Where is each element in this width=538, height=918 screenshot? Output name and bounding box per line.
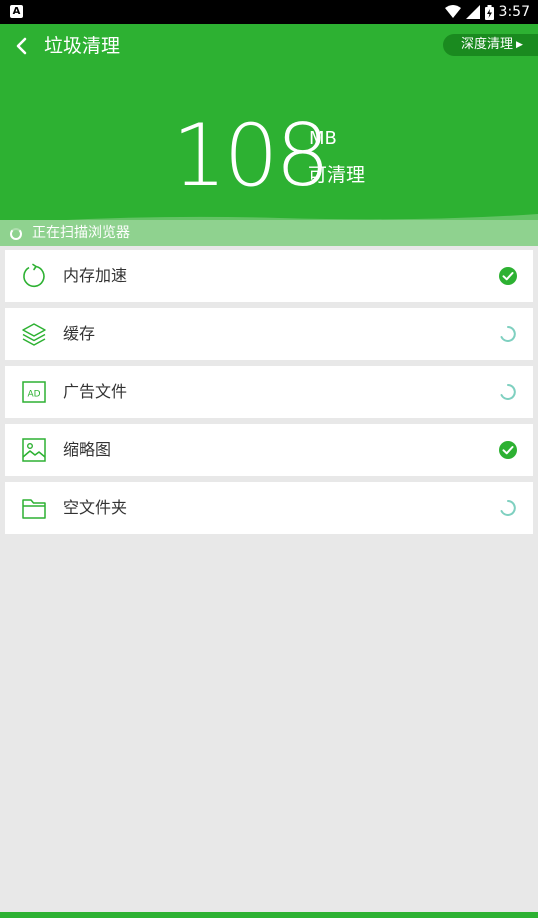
- ad-icon: AD: [22, 381, 46, 403]
- loading-spinner-icon: [500, 500, 516, 516]
- cleanable-size-unit: MB: [309, 128, 337, 149]
- list-item-ad-files[interactable]: AD 广告文件: [5, 366, 533, 418]
- deep-clean-button[interactable]: 深度清理 ▶: [443, 34, 538, 56]
- app-notification-icon: A: [10, 5, 23, 18]
- deep-clean-label: 深度清理: [461, 37, 514, 52]
- wifi-icon: [444, 5, 461, 18]
- image-icon: [22, 438, 46, 462]
- layers-icon: [22, 323, 46, 346]
- svg-text:AD: AD: [27, 390, 40, 400]
- item-label: 缩略图: [63, 440, 112, 459]
- item-label: 内存加速: [63, 266, 128, 285]
- loading-spinner-icon: [500, 384, 516, 400]
- back-arrow-icon[interactable]: [10, 34, 34, 58]
- scan-status-text: 正在扫描浏览器: [32, 225, 130, 241]
- item-label: 广告文件: [63, 382, 128, 401]
- list-item-thumbnails[interactable]: 缩略图: [5, 424, 533, 476]
- loading-spinner-icon: [10, 228, 22, 240]
- list-item-empty-folders[interactable]: 空文件夹: [5, 482, 533, 534]
- status-right: 3:57: [444, 0, 530, 24]
- check-icon: [499, 441, 517, 459]
- check-icon: [499, 267, 517, 285]
- bottom-accent-bar: [0, 912, 538, 918]
- list-item-memory-boost[interactable]: 内存加速: [5, 250, 533, 302]
- list-item-cache[interactable]: 缓存: [5, 308, 533, 360]
- play-arrow-icon: ▶: [516, 40, 523, 50]
- summary-header: 垃圾清理 深度清理 ▶ 108 MB 可清理: [0, 24, 538, 246]
- item-label: 空文件夹: [63, 498, 128, 517]
- status-bar: A 3:57: [0, 0, 538, 24]
- cleanable-size-value: 108: [172, 106, 330, 206]
- loading-spinner-icon: [500, 326, 516, 342]
- memory-boost-icon: [23, 263, 45, 288]
- battery-charging-icon: [484, 4, 494, 20]
- scan-status-bar: 正在扫描浏览器: [0, 220, 538, 246]
- signal-icon: [465, 5, 480, 19]
- cleanable-size-desc: 可清理: [308, 164, 366, 186]
- status-time: 3:57: [498, 4, 530, 20]
- folder-icon: [22, 499, 46, 519]
- item-label: 缓存: [63, 324, 96, 343]
- page-title: 垃圾清理: [44, 35, 121, 57]
